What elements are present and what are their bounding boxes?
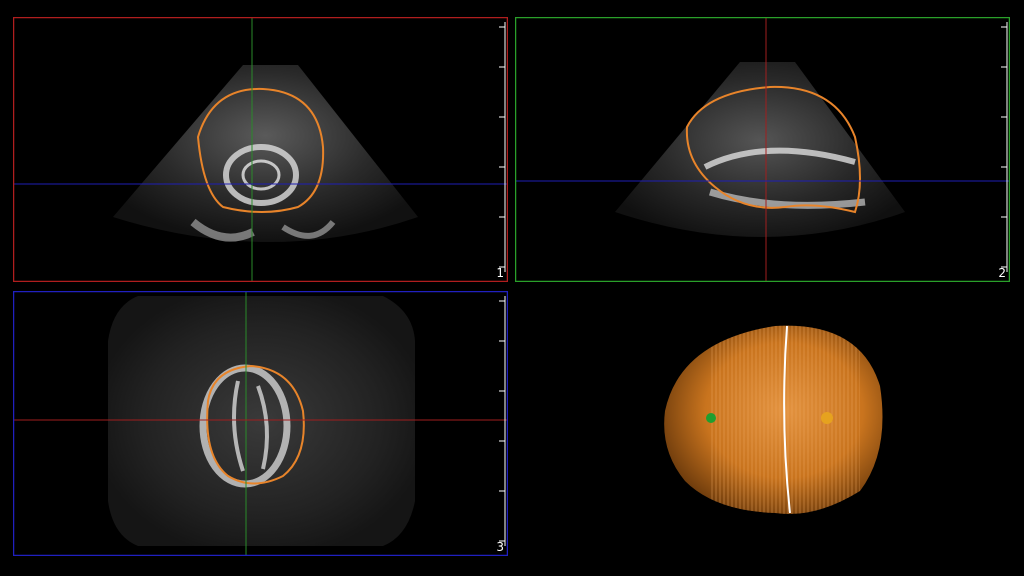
ultrasound-sector: [113, 65, 418, 242]
view-3-pane[interactable]: 3: [13, 291, 508, 556]
view-1-canvas[interactable]: [13, 17, 508, 282]
depth-scale: [499, 22, 506, 272]
landmark-left-marker[interactable]: [706, 413, 716, 423]
view-1-pane[interactable]: 1: [13, 17, 508, 282]
depth-scale: [499, 296, 506, 546]
depth-scale: [1001, 22, 1008, 272]
view-number: 3: [496, 540, 504, 554]
landmark-right-marker[interactable]: [821, 412, 833, 424]
view-2-canvas[interactable]: [515, 17, 1010, 282]
view-2-pane[interactable]: 2: [515, 17, 1010, 282]
view-3-canvas[interactable]: [13, 291, 508, 556]
ultrasound-slice: [108, 296, 415, 546]
volume-render-canvas[interactable]: [515, 291, 1024, 576]
view-number: 2: [998, 266, 1006, 280]
view-number: 1: [496, 266, 504, 280]
volume-render-pane[interactable]: [515, 291, 1024, 576]
